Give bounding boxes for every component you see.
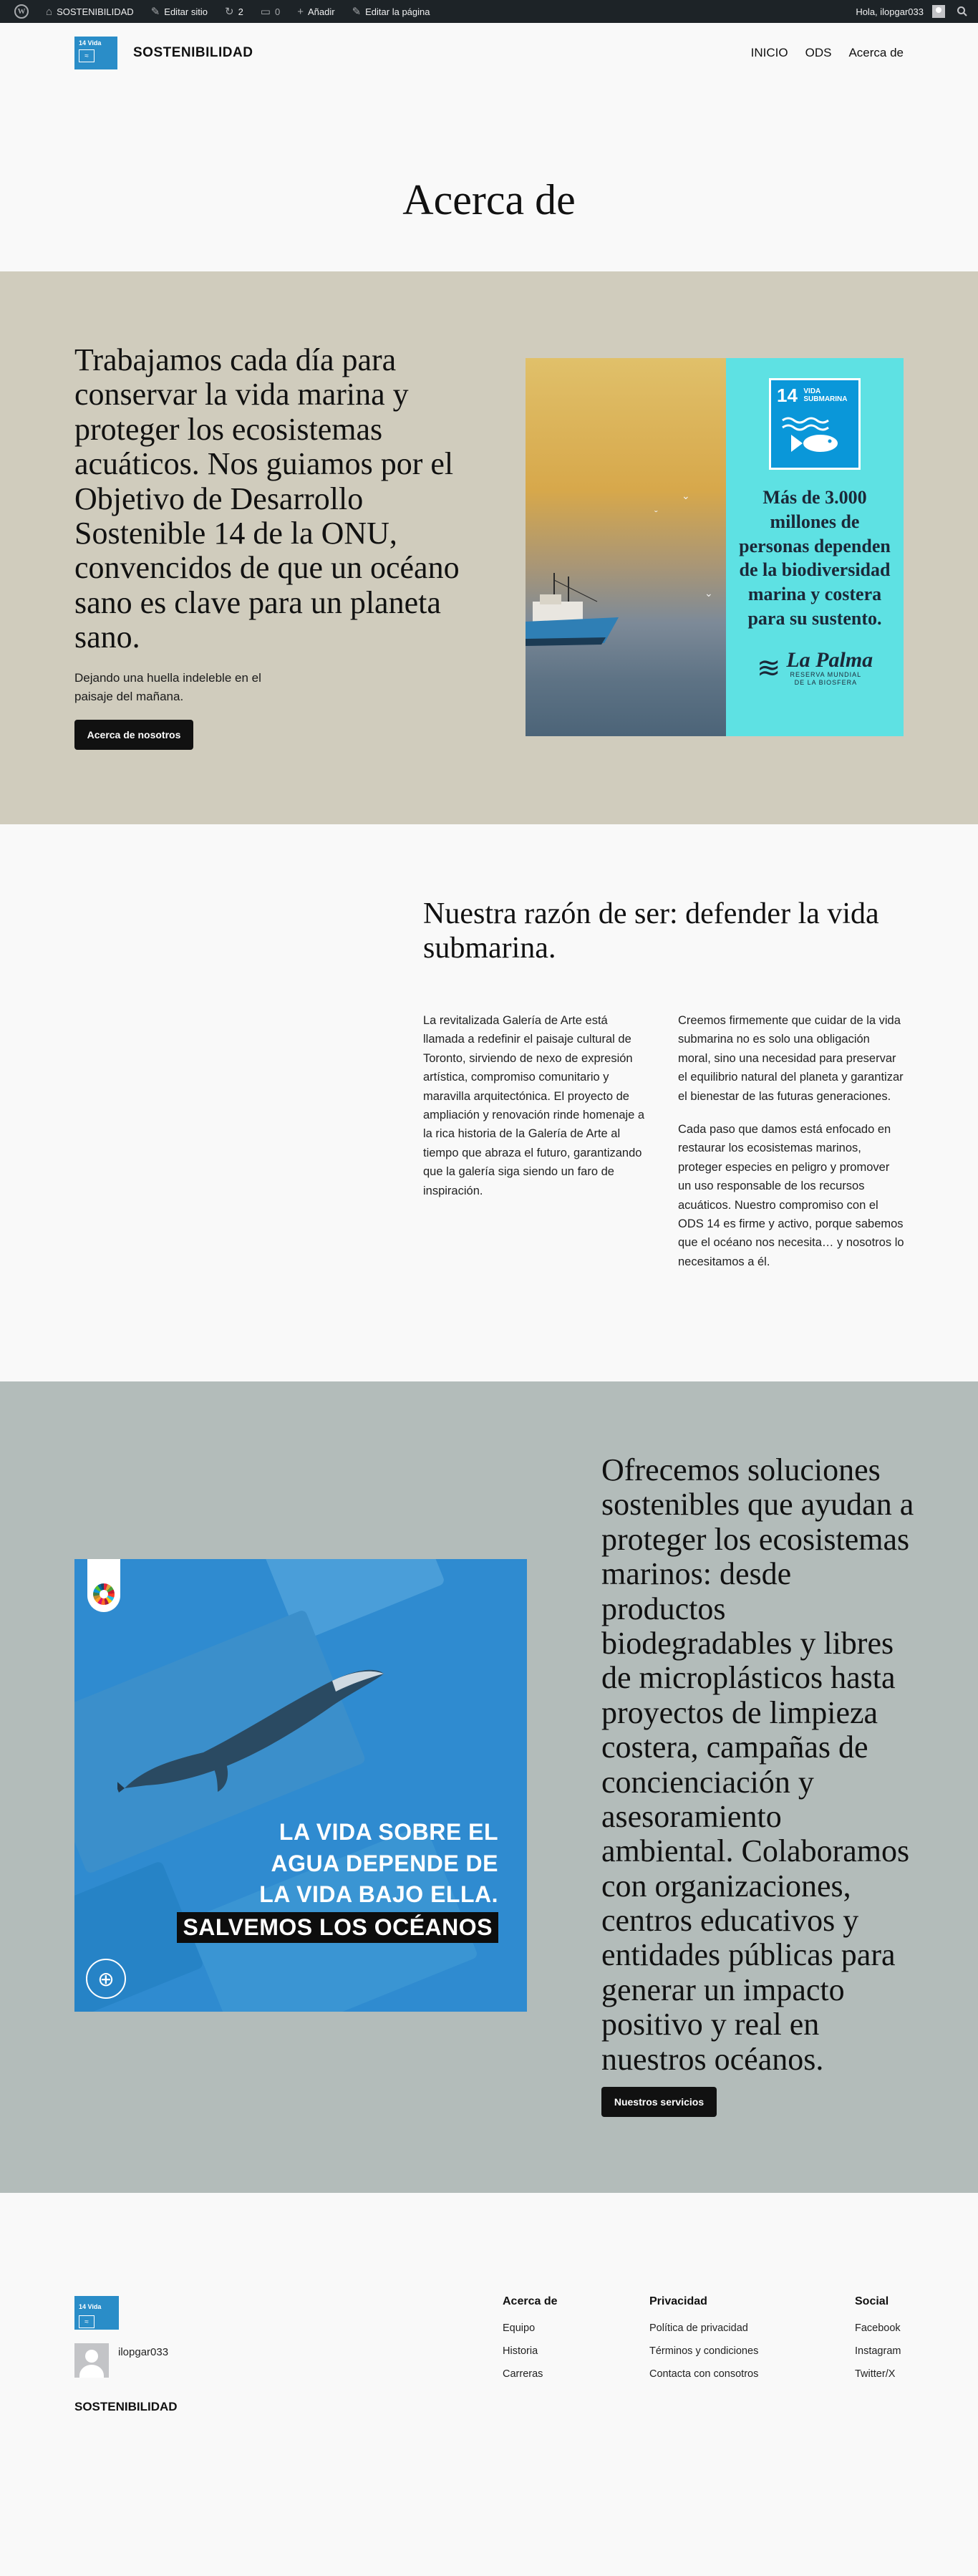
hero-image: ⌄ ˇ ⌄ 14 VIDA SUBMARINA Más de 3.000 mil… <box>526 358 904 736</box>
fish-icon: ≈ <box>79 2315 95 2328</box>
sdg14-card: 14 VIDA SUBMARINA Más de 3.000 millones … <box>726 358 904 736</box>
comment-icon: ▭ <box>260 6 271 18</box>
admin-site-name-link[interactable]: ⌂ SOSTENIBILIDAD <box>37 0 142 23</box>
seagull-icon: ˇ <box>654 508 658 520</box>
solutions-heading: Ofrecemos soluciones sostenibles que ayu… <box>601 1452 914 2077</box>
brand: 14 Vida ≈ SOSTENIBILIDAD <box>74 37 253 69</box>
un-emblem-icon: ⊕ <box>86 1959 126 1999</box>
footer-link-carreras[interactable]: Carreras <box>503 2368 558 2380</box>
comments-link[interactable]: ▭ 0 <box>252 0 289 23</box>
reason-column-left: La revitalizada Galería de Arte está lla… <box>423 1011 652 1200</box>
footer-link-facebook[interactable]: Facebook <box>855 2322 901 2334</box>
search-icon <box>957 6 968 17</box>
about-us-button[interactable]: Acerca de nosotros <box>74 720 193 750</box>
main-navigation: INICIO ODS Acerca de <box>751 46 904 60</box>
nav-item-inicio[interactable]: INICIO <box>751 46 788 60</box>
updates-link[interactable]: ↻ 2 <box>216 0 252 23</box>
updates-icon: ↻ <box>224 6 234 18</box>
home-icon: ⌂ <box>46 5 53 18</box>
reason-heading: Nuestra razón de ser: defender la vida s… <box>423 897 879 965</box>
footer-column-title: Social <box>855 2295 889 2307</box>
nav-item-acerca-de[interactable]: Acerca de <box>848 46 904 60</box>
footer-link-terms[interactable]: Términos y condiciones <box>649 2345 758 2357</box>
fishing-boat-photo: ⌄ ˇ ⌄ <box>526 358 726 736</box>
logo-label: 14 Vida <box>79 39 102 47</box>
add-new-link[interactable]: + Añadir <box>289 0 343 23</box>
logo-label: 14 Vida <box>79 2303 102 2310</box>
hero-heading: Trabajamos cada día para conservar la vi… <box>74 342 460 655</box>
site-footer: 14 Vida ≈ ilopgar033 SOSTENIBILIDAD Acer… <box>0 2193 978 2576</box>
footer-column-title: Privacidad <box>649 2295 707 2307</box>
sdg-wheel-tag <box>87 1559 120 1612</box>
biosphere-icon: ≋ <box>756 652 781 684</box>
oceans-campaign-image: LA VIDA SOBRE EL AGUA DEPENDE DE LA VIDA… <box>74 1559 527 2012</box>
footer-link-contact[interactable]: Contacta con consotros <box>649 2368 758 2380</box>
admin-search-button[interactable] <box>954 0 971 23</box>
sdg14-stat: Más de 3.000 millones de personas depend… <box>739 487 891 629</box>
site-header: 14 Vida ≈ SOSTENIBILIDAD INICIO ODS Acer… <box>0 23 978 83</box>
edit-page-link[interactable]: ✎ Editar la página <box>344 0 439 23</box>
author-name: ilopgar033 <box>118 2346 169 2358</box>
footer-link-equipo[interactable]: Equipo <box>503 2322 558 2334</box>
brush-icon: ✎ <box>150 6 160 18</box>
edit-site-link[interactable]: ✎ Editar sitio <box>142 0 216 23</box>
footer-link-instagram[interactable]: Instagram <box>855 2345 901 2357</box>
sdg-wheel-icon <box>93 1583 115 1605</box>
page-title: Acerca de <box>402 176 576 223</box>
fish-icon: ≈ <box>79 49 95 62</box>
wordpress-logo-icon[interactable]: W <box>6 0 37 23</box>
our-services-button[interactable]: Nuestros servicios <box>601 2087 717 2117</box>
reason-paragraph: Creemos firmemente que cuidar de la vida… <box>678 1014 904 1103</box>
reason-column-right: Creemos firmemente que cuidar de la vida… <box>678 1011 904 1271</box>
footer-column-acerca: Acerca de Equipo Historia Carreras <box>503 2295 558 2391</box>
account-menu[interactable]: Hola, ilopgar033 <box>847 0 954 23</box>
reason-paragraph: La revitalizada Galería de Arte está lla… <box>423 1014 645 1197</box>
nav-item-ods[interactable]: ODS <box>805 46 832 60</box>
footer-link-privacy-policy[interactable]: Política de privacidad <box>649 2322 758 2334</box>
footer-site-title[interactable]: SOSTENIBILIDAD <box>74 2400 178 2414</box>
seagull-icon: ⌄ <box>682 490 690 501</box>
admin-bar: W ⌂ SOSTENIBILIDAD ✎ Editar sitio ↻ 2 ▭ … <box>0 0 978 23</box>
oceans-slogan: LA VIDA SOBRE EL AGUA DEPENDE DE LA VIDA… <box>177 1817 498 1944</box>
site-title[interactable]: SOSTENIBILIDAD <box>133 45 253 61</box>
boat-icon <box>526 573 619 646</box>
hero-section: Trabajamos cada día para conservar la vi… <box>0 271 978 824</box>
pencil-icon: ✎ <box>352 6 362 18</box>
la-palma-logo: ≋ La Palma RESERVA MUNDIAL DE LA BIOSFER… <box>756 647 873 686</box>
plus-icon: + <box>297 5 304 18</box>
reason-paragraph: Cada paso que damos está enfocado en res… <box>678 1122 904 1268</box>
seagull-icon: ⌄ <box>705 587 713 599</box>
footer-column-social: Social Facebook Instagram Twitter/X <box>855 2295 901 2391</box>
footer-logo[interactable]: 14 Vida ≈ <box>74 2296 119 2330</box>
sdg14-badge: 14 VIDA SUBMARINA <box>769 378 861 470</box>
fish-wave-icon <box>782 417 838 452</box>
footer-link-historia[interactable]: Historia <box>503 2345 558 2357</box>
footer-column-privacidad: Privacidad Política de privacidad Términ… <box>649 2295 758 2391</box>
hero-subtext: Dejando una huella indeleble en el paisa… <box>74 671 261 703</box>
author-avatar <box>74 2343 109 2378</box>
solutions-section: LA VIDA SOBRE EL AGUA DEPENDE DE LA VIDA… <box>0 1381 978 2193</box>
whale-icon <box>117 1669 384 1793</box>
footer-link-twitter[interactable]: Twitter/X <box>855 2368 901 2380</box>
avatar <box>932 5 945 18</box>
site-logo[interactable]: 14 Vida ≈ <box>74 37 117 69</box>
footer-column-title: Acerca de <box>503 2295 558 2307</box>
